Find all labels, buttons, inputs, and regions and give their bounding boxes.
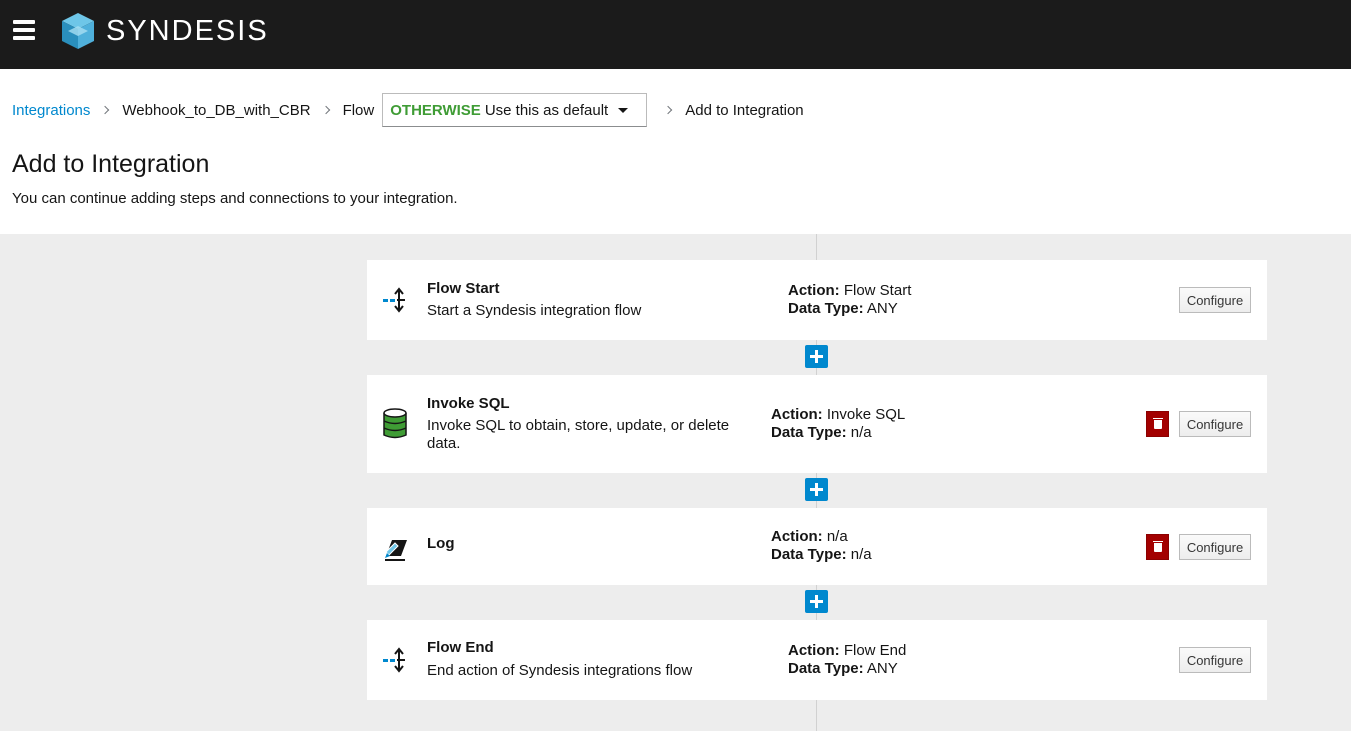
step-meta: Action: n/a Data Type: n/a [771,528,872,564]
trash-icon [1152,417,1163,429]
step-meta: Action: Invoke SQL Data Type: n/a [771,406,905,442]
chevron-right-icon [321,105,330,115]
flow-select-dropdown[interactable]: OTHERWISE Use this as default [382,93,648,127]
flow-end-icon [383,647,405,673]
chevron-right-icon [663,105,673,115]
step-name: Log [427,535,455,552]
brand-logo[interactable]: SYNDESIS [60,11,269,51]
add-step-button[interactable] [805,478,828,501]
action-label: Action: [771,406,823,423]
action-label: Action: [788,642,840,659]
data-type-label: Data Type: [788,660,864,677]
top-navbar: SYNDESIS [0,0,1351,69]
database-icon [383,408,407,439]
step-description: End action of Syndesis integrations flow [427,662,693,679]
breadcrumb: Integrations Webhook_to_DB_with_CBR Flow… [12,93,804,127]
brand-name: SYNDESIS [106,14,269,47]
configure-button[interactable]: Configure [1179,287,1251,313]
step-description: Start a Syndesis integration flow [427,302,642,319]
step-name: Flow End [427,639,494,656]
delete-step-button[interactable] [1146,534,1169,560]
configure-button[interactable]: Configure [1179,647,1251,673]
page-title: Add to Integration [12,150,210,178]
log-icon [385,540,407,561]
chevron-right-icon [101,105,110,115]
flow-canvas: Flow Start Start a Syndesis integration … [0,234,1351,731]
flow-select-value: Use this as default [484,101,609,119]
configure-button[interactable]: Configure [1179,534,1251,560]
syndesis-logo-icon [62,13,94,49]
configure-button[interactable]: Configure [1179,411,1251,437]
add-step-button[interactable] [805,345,828,368]
add-step-button[interactable] [805,590,828,613]
data-type-label: Data Type: [771,424,847,441]
action-label: Action: [788,282,840,299]
hamburger-menu-icon[interactable] [13,20,35,42]
flow-condition-label: OTHERWISE [390,101,481,119]
breadcrumb-current: Add to Integration [685,101,804,119]
step-meta: Action: Flow End Data Type: ANY [788,642,906,678]
step-invoke-sql: Invoke SQL Invoke SQL to obtain, store, … [367,375,1267,473]
step-description: Invoke SQL to obtain, store, update, or … [427,417,730,452]
action-label: Action: [771,528,823,545]
caret-down-icon [618,108,629,113]
plus-icon [810,483,823,496]
breadcrumb-integration-name: Webhook_to_DB_with_CBR [122,101,311,119]
step-data-type-value: n/a [850,424,872,441]
step-name: Invoke SQL [427,395,510,412]
breadcrumb-flow: Flow [342,101,375,119]
plus-icon [810,350,823,363]
step-data-type-value: ANY [866,300,898,317]
plus-icon [810,595,823,608]
page-subtitle: You can continue adding steps and connec… [12,190,458,207]
step-data-type-value: ANY [866,660,898,677]
step-action-value: n/a [826,528,848,545]
step-action-value: Invoke SQL [826,406,906,423]
trash-icon [1152,540,1163,552]
delete-step-button[interactable] [1146,411,1169,437]
step-flow-start: Flow Start Start a Syndesis integration … [367,260,1267,340]
step-action-value: Flow Start [843,282,912,299]
step-flow-end: Flow End End action of Syndesis integrat… [367,620,1267,700]
data-type-label: Data Type: [788,300,864,317]
flow-start-icon [383,287,405,313]
step-name: Flow Start [427,280,500,297]
data-type-label: Data Type: [771,546,847,563]
step-meta: Action: Flow Start Data Type: ANY [788,282,911,318]
step-log: Log Action: n/a Data Type: n/a Configure [367,508,1267,585]
step-data-type-value: n/a [850,546,872,563]
breadcrumb-integrations-link[interactable]: Integrations [12,102,90,119]
step-action-value: Flow End [843,642,907,659]
